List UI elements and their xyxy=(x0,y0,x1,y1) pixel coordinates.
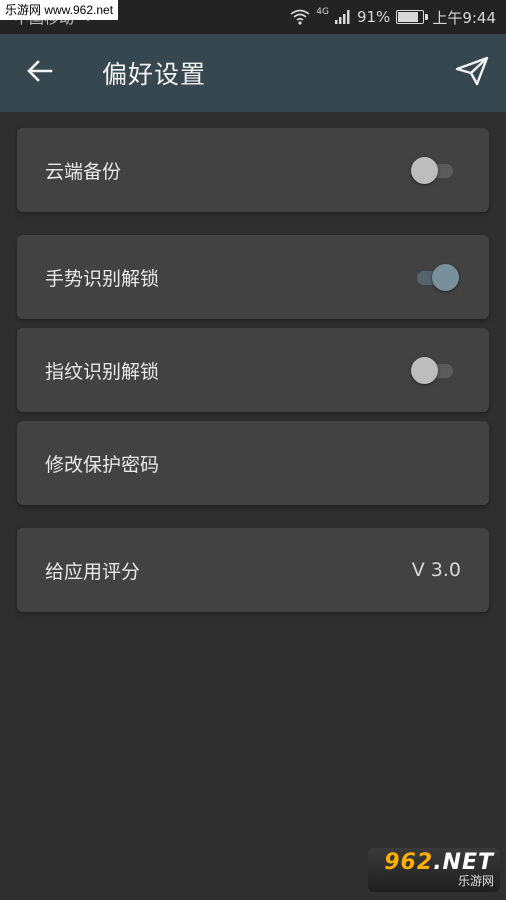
back-button[interactable] xyxy=(22,55,58,91)
setting-label: 指纹识别解锁 xyxy=(45,360,160,383)
watermark-suffix: .NET xyxy=(433,850,494,875)
fingerprint-unlock-switch[interactable] xyxy=(411,355,459,385)
wifi-icon xyxy=(290,9,310,25)
setting-rate-app[interactable]: 给应用评分 V 3.0 xyxy=(17,528,489,612)
setting-gesture-unlock[interactable]: 手势识别解锁 xyxy=(17,235,489,319)
battery-fill xyxy=(398,12,419,22)
setting-label: 给应用评分 xyxy=(45,560,141,583)
page-title: 偏好设置 xyxy=(102,60,207,89)
clock: 上午9:44 xyxy=(432,8,496,27)
switch-thumb xyxy=(411,157,438,184)
signal-icon xyxy=(334,10,351,24)
setting-label: 云端备份 xyxy=(45,160,122,183)
battery-icon xyxy=(396,10,429,24)
setting-label: 手势识别解锁 xyxy=(45,267,160,290)
arrow-left-icon xyxy=(27,60,53,86)
switch-thumb xyxy=(411,357,438,384)
setting-fingerprint-unlock[interactable]: 指纹识别解锁 xyxy=(17,328,489,412)
cloud-backup-switch[interactable] xyxy=(411,155,459,185)
setting-cloud-backup[interactable]: 云端备份 xyxy=(17,128,489,212)
watermark-logo: 962.NET 乐游网 xyxy=(368,848,500,892)
watermark-top: 乐游网 www.962.net xyxy=(0,0,119,20)
send-button[interactable] xyxy=(452,53,492,93)
setting-label: 修改保护密码 xyxy=(45,453,160,476)
network-type-label: 4G xyxy=(316,7,329,17)
switch-thumb xyxy=(432,264,459,291)
watermark-subtitle: 乐游网 xyxy=(457,874,494,888)
status-right: 4G 91% 上午9:44 xyxy=(290,0,496,34)
setting-change-password[interactable]: 修改保护密码 xyxy=(17,421,489,505)
gesture-unlock-switch[interactable] xyxy=(411,262,459,292)
app-bar: 偏好设置 xyxy=(0,34,506,112)
watermark-number: 962.NET xyxy=(384,852,494,874)
battery-percent: 91% xyxy=(356,8,391,26)
watermark-digits: 962 xyxy=(384,850,434,875)
send-icon xyxy=(455,56,489,90)
app-version: V 3.0 xyxy=(411,559,461,581)
